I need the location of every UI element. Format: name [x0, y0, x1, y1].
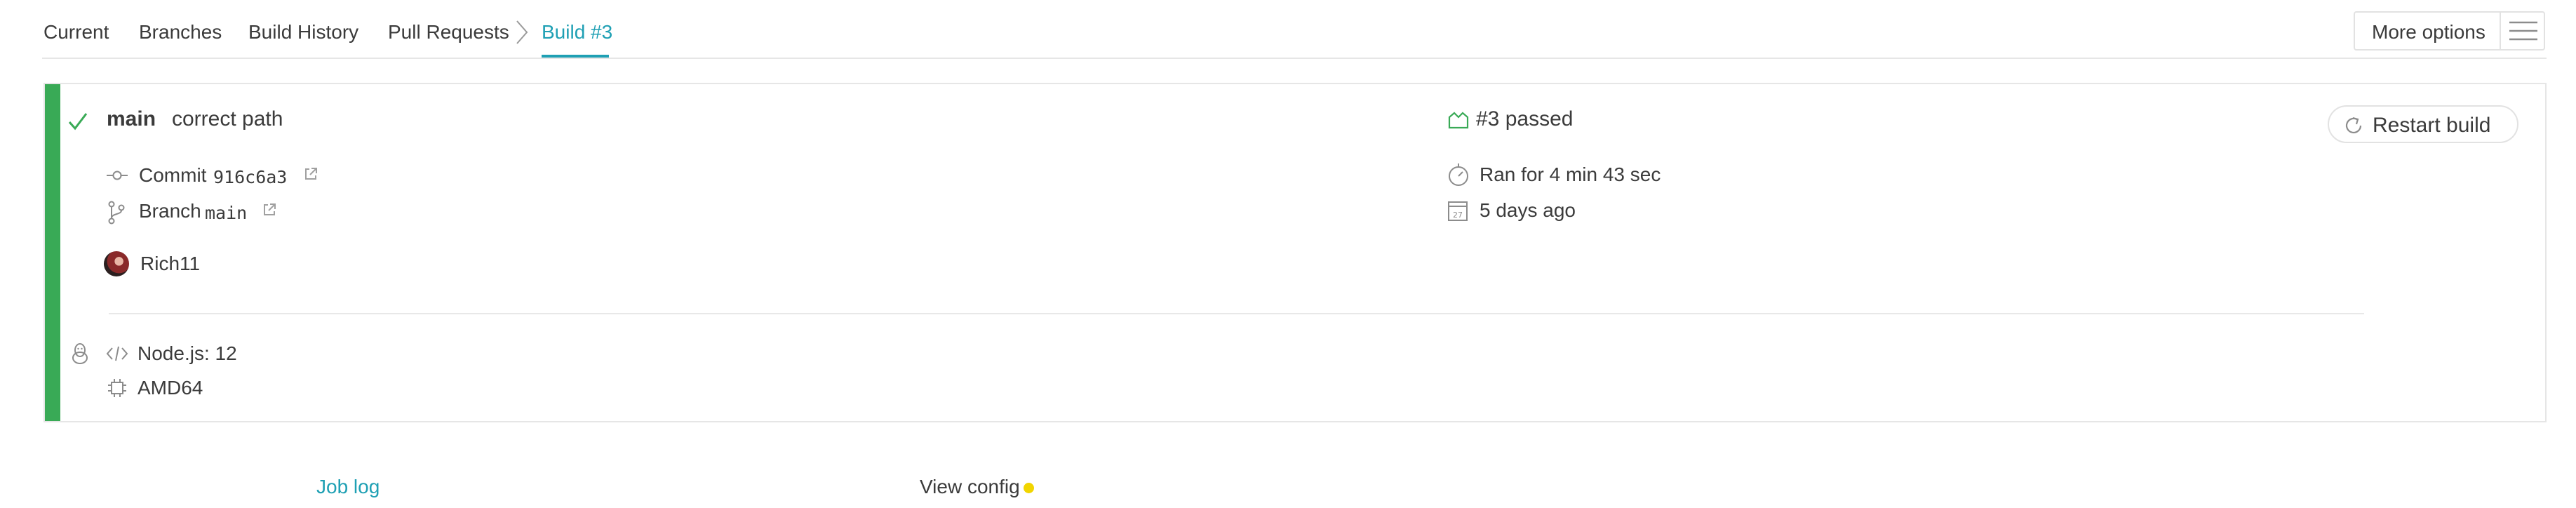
nav-divider: [42, 58, 2547, 59]
more-options-button[interactable]: More options: [2354, 11, 2545, 51]
passed-status-icon: [1447, 110, 1470, 133]
config-status-dot: [1024, 483, 1034, 493]
tab-build-history[interactable]: Build History: [248, 21, 358, 44]
build-finished: 5 days ago: [1480, 199, 1576, 221]
commit-message: correct path: [172, 107, 283, 131]
language-version: Node.js: 12: [137, 342, 237, 364]
more-options-divider: [2500, 13, 2501, 49]
card-divider: [109, 313, 2364, 314]
restart-build-button[interactable]: Restart build: [2328, 105, 2518, 143]
hamburger-menu-icon: [2509, 20, 2537, 46]
author-name: Rich11: [140, 253, 201, 274]
tab-pull-requests[interactable]: Pull Requests: [388, 21, 509, 44]
job-log-tab[interactable]: Job log: [316, 476, 380, 498]
build-card: [43, 83, 2547, 422]
commit-label: Commit: [139, 164, 207, 186]
tab-build[interactable]: Build #3: [542, 21, 612, 44]
code-icon: [105, 345, 129, 366]
more-options-label: More options: [2372, 21, 2486, 43]
restart-icon: [2343, 115, 2364, 140]
tab-branches[interactable]: Branches: [139, 21, 222, 44]
commit-sha-link[interactable]: 916c6a3: [213, 167, 287, 187]
build-duration: Ran for 4 min 43 sec: [1480, 163, 1661, 185]
calendar-icon: 27: [1447, 199, 1468, 225]
build-status: #3 passed: [1476, 107, 1574, 131]
restart-build-label: Restart build: [2373, 114, 2491, 137]
tab-current[interactable]: Current: [43, 21, 109, 44]
build-branch-link[interactable]: main: [107, 107, 156, 131]
external-link-icon[interactable]: [262, 202, 277, 221]
architecture: AMD64: [137, 377, 203, 399]
linux-os-icon: [70, 342, 90, 368]
commit-icon: [107, 168, 128, 186]
calendar-day: 27: [1453, 210, 1463, 220]
status-stripe: [45, 84, 60, 421]
stopwatch-icon: [1447, 162, 1470, 191]
external-link-icon[interactable]: [303, 166, 318, 185]
branch-icon: [107, 201, 126, 228]
branch-label: Branch: [139, 200, 201, 222]
breadcrumb-chevron-icon: [514, 18, 530, 50]
view-config-tab[interactable]: View config: [920, 476, 1020, 498]
branch-name-link[interactable]: main: [205, 203, 247, 223]
cpu-icon: [107, 377, 128, 402]
avatar: [104, 251, 129, 276]
passed-check-icon: [67, 111, 88, 135]
